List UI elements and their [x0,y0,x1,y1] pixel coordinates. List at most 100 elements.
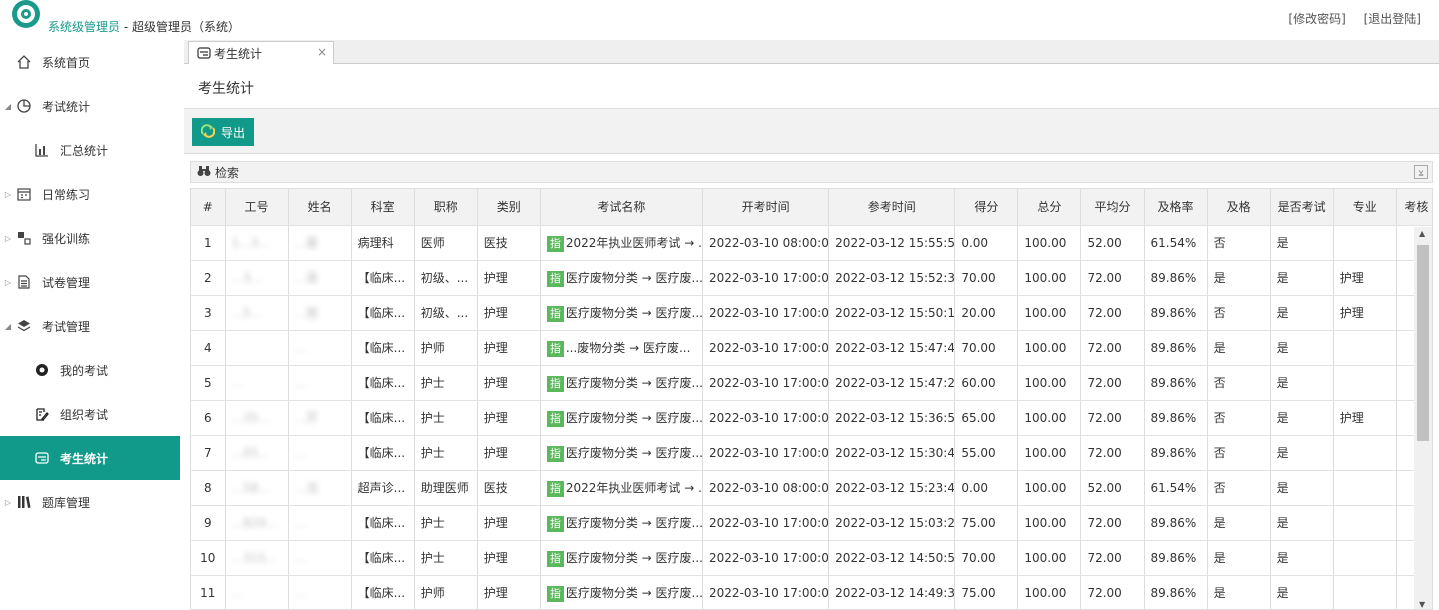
table-cell: 20.00 [954,295,1019,331]
table-cell: 72.00 [1080,575,1145,609]
vertical-scrollbar[interactable]: ▲ ▼ [1414,227,1432,609]
student-icon [32,450,52,466]
logout-link[interactable]: [退出登陆] [1364,12,1421,26]
table-row[interactable]: 5...... 【临床... 护士 护理指医疗废物分类 → 医疗废... 2022-03… [191,365,1432,401]
table-cell: 2022-03-12 15:47:23 [828,365,956,401]
table-cell: 指医疗废物分类 → 医疗废... [540,260,704,296]
table-cell: 护理 [477,435,541,471]
column-header[interactable]: 类别 [477,189,541,226]
collapse-icon[interactable]: ⩣ [1414,165,1428,179]
column-header[interactable]: 考试名称 [540,189,704,226]
table-cell: 70.00 [954,260,1019,296]
table-cell: 55.00 [954,435,1019,471]
table-cell: 9 [191,505,226,541]
table-cell: 【临床... [351,400,415,436]
table-cell: 是 [1270,295,1334,331]
table-cell: ...315... [225,540,289,576]
table-cell: 70.00 [954,330,1019,366]
bar-chart-icon [32,142,52,158]
table-cell: 指 ...废物分类 → 医疗废... [540,330,704,366]
tab-student-stats[interactable]: 考生统计 × [188,41,334,64]
edit-icon [32,406,52,422]
table-cell: 89.86% [1144,575,1208,609]
table-row[interactable]: 2 ...3... ...莲 【临床... 初级、... 护理指医疗废物分类 → 医疗废.… [191,260,1432,296]
table-cell: 65.00 [954,400,1019,436]
table-cell: 100.00 [1017,295,1082,331]
scroll-down-icon[interactable]: ▼ [1419,600,1425,609]
table-cell: 1 [191,225,226,261]
table-cell: 护理 [477,575,541,609]
column-header[interactable]: 专业 [1333,189,1397,226]
table-cell: ... [288,435,352,471]
column-header[interactable]: 得分 [954,189,1019,226]
table-cell: 【临床... [351,260,415,296]
table-cell: ...雷 [288,225,352,261]
table-cell: 护理 [477,330,541,366]
table-cell: 是 [1270,260,1334,296]
table-cell: 100.00 [1017,260,1082,296]
table-cell: ...35... [225,400,289,436]
change-password-link[interactable]: [修改密码] [1288,12,1345,26]
column-header[interactable]: 及格 [1207,189,1271,226]
search-panel-header[interactable]: 检索 ⩣ [190,161,1433,183]
table-cell [1333,505,1397,541]
table-cell: 是 [1270,365,1334,401]
close-icon[interactable]: × [317,45,327,59]
table-row[interactable]: 9 ...829...... 【临床... 护士 护理指医疗废物分类 → 医疗废... 2… [191,505,1432,541]
table-cell: 89.86% [1144,505,1208,541]
table-cell: 1...3... [225,225,289,261]
guide-tag: 指 [546,235,564,252]
column-header[interactable]: 总分 [1017,189,1082,226]
column-header[interactable]: # [191,189,226,226]
table-row[interactable]: 1 1...3... ...雷 病理科 医师 医技指 2022年执业医师考试 → ... 20… [191,225,1432,261]
sidebar-item-summary-stats[interactable]: 汇总统计 [0,128,180,172]
column-header[interactable]: 是否考试 [1270,189,1334,226]
table-cell [1333,435,1397,471]
table-cell: 11 [191,575,226,609]
table-cell: 否 [1207,295,1271,331]
sidebar-item-question-bank[interactable]: ▷ 题库管理 [0,480,180,524]
table-row[interactable]: 4... 【临床... 护师 护理指 ...废物分类 → 医疗废... 2022-03-1… [191,330,1432,366]
table-cell [1333,575,1397,609]
caret-right-icon: ▷ [4,233,12,243]
sidebar-item-home[interactable]: 系统首页 [0,40,180,84]
column-header[interactable]: 及格率 [1144,189,1208,226]
app-header: 系统级管理员 - 超级管理员（系统） [修改密码] [退出登陆] [0,0,1439,40]
table-row[interactable]: 11...... 【临床... 护师 护理指医疗废物分类 → 医疗废... 2022-0… [191,575,1432,609]
sidebar-item-daily-practice[interactable]: ▷ 日常练习 [0,172,180,216]
table-row[interactable]: 6 ...35... ...芹 【临床... 护士 护理指医疗废物分类 → 医疗废... 2… [191,400,1432,436]
blocks-icon [14,230,34,246]
sidebar-item-exam-management[interactable]: ◢ 考试管理 [0,304,180,348]
table-row[interactable]: 8 ...58... ...洁 超声诊... 助理医师 医技指 2022年执业医师考试 → … [191,470,1432,506]
sidebar-item-student-stats[interactable]: 考生统计 [0,436,180,480]
table-cell: 护师 [414,575,478,609]
table-cell [1333,330,1397,366]
table-cell: 2022-03-10 17:00:00 [702,365,830,401]
export-button[interactable]: 导出 [192,118,254,146]
table-cell: 0.00 [954,225,1019,261]
column-header[interactable]: 姓名 [288,189,352,226]
sidebar-item-paper-management[interactable]: ▷ 试卷管理 [0,260,180,304]
column-header[interactable]: 开考时间 [702,189,830,226]
sidebar-item-my-exams[interactable]: 我的考试 [0,348,180,392]
table-cell: 护理 [477,295,541,331]
table-cell: 是 [1270,505,1334,541]
column-header[interactable]: 工号 [225,189,289,226]
table-row[interactable]: 10 ...315...... 【临床... 护士 护理指医疗废物分类 → 医疗废...… [191,540,1432,576]
table-cell: 病理科 [351,225,415,261]
scrollbar-thumb[interactable] [1417,245,1429,441]
table-row[interactable]: 3 ...5... ...丽 【临床... 初级、... 护理指医疗废物分类 → 医疗废.… [191,295,1432,331]
sidebar-item-organize-exam[interactable]: 组织考试 [0,392,180,436]
column-header[interactable]: 参考时间 [828,189,956,226]
sidebar-item-exam-stats[interactable]: ◢ 考试统计 [0,84,180,128]
table-cell: 2022-03-10 17:00:00 [702,575,830,609]
table-row[interactable]: 7 ...05...... 【临床... 护士 护理指医疗废物分类 → 医疗废... 20… [191,435,1432,471]
column-header[interactable]: 科室 [351,189,415,226]
scroll-up-icon[interactable]: ▲ [1419,229,1425,238]
table-cell: 52.00 [1080,470,1145,506]
sidebar-item-intensive-training[interactable]: ▷ 强化训练 [0,216,180,260]
column-header[interactable]: 平均分 [1080,189,1145,226]
table-cell: 护理 [477,365,541,401]
column-header[interactable]: 职称 [414,189,478,226]
column-header[interactable]: 考核 [1396,189,1432,226]
